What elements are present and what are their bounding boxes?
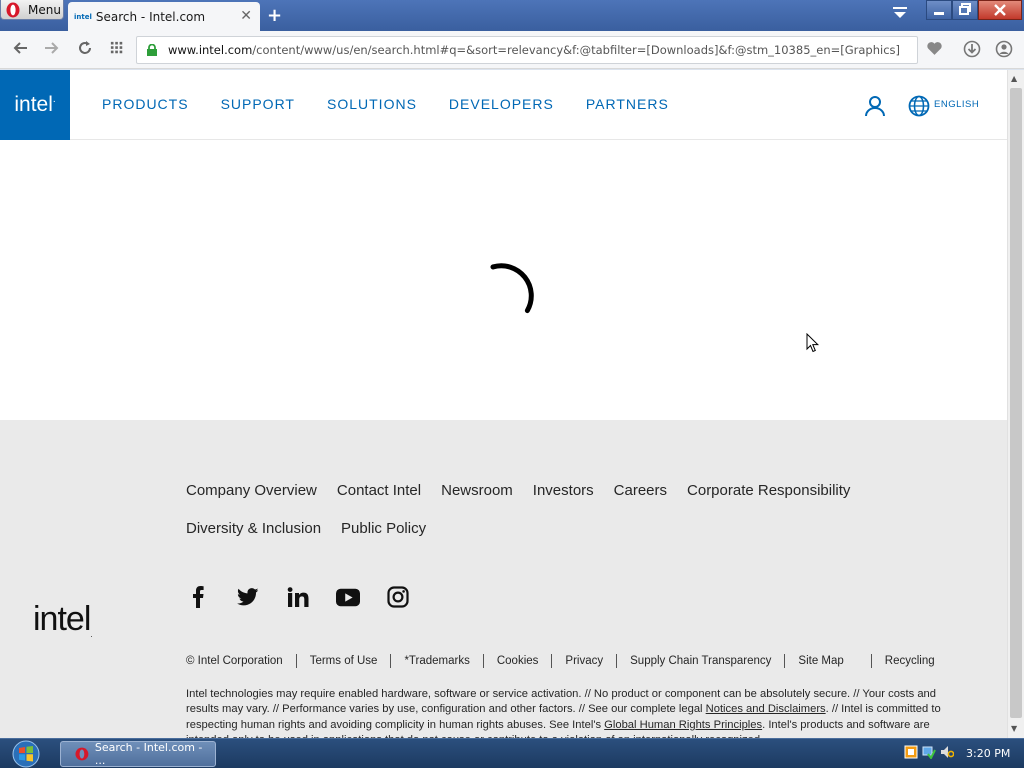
volume-icon[interactable]: [940, 745, 954, 759]
language-selector[interactable]: ENGLISH: [934, 99, 979, 110]
taskbar-opera-window[interactable]: Search - Intel.com - ...: [60, 741, 216, 767]
taskbar-clock: 3:20 PM: [966, 747, 1011, 760]
legal-link-terms-of-use[interactable]: Terms of Use: [295, 654, 391, 668]
bookmark-heart-icon[interactable]: [924, 40, 944, 60]
browser-address-bar: www.intel.com/content/www/us/en/search.h…: [0, 31, 1024, 69]
legal-link-site-map[interactable]: Site Map: [784, 654, 856, 668]
window-close-button[interactable]: [978, 0, 1022, 20]
legal-links: © Intel Corporation Terms of Use *Tradem…: [186, 654, 948, 668]
linkedin-icon[interactable]: [286, 585, 310, 609]
footer-links: Company Overview Contact Intel Newsroom …: [186, 480, 916, 539]
opera-taskbar-icon: [75, 747, 89, 761]
speed-dial-grid-icon[interactable]: [107, 40, 127, 60]
nav-products[interactable]: PRODUCTS: [102, 96, 189, 112]
tray-app-icon[interactable]: [904, 745, 918, 759]
tab-close-icon[interactable]: ✕: [240, 8, 252, 24]
footer-link-public-policy[interactable]: Public Policy: [341, 518, 426, 539]
mouse-pointer-icon: [806, 333, 820, 353]
instagram-icon[interactable]: [386, 585, 410, 609]
back-arrow-icon[interactable]: [11, 40, 31, 60]
url-input[interactable]: www.intel.com/content/www/us/en/search.h…: [136, 36, 918, 64]
nav-solutions[interactable]: SOLUTIONS: [327, 96, 417, 112]
opera-menu-button[interactable]: Menu: [0, 0, 64, 20]
restore-icon: [959, 3, 971, 15]
scrollbar-thumb[interactable]: [1010, 88, 1022, 718]
network-icon[interactable]: [922, 745, 936, 759]
window-minimize-button[interactable]: [926, 0, 952, 20]
footer-link-careers[interactable]: Careers: [614, 480, 667, 501]
page-viewport: intel. PRODUCTS SUPPORT SOLUTIONS DEVELO…: [0, 70, 1007, 738]
nav-partners[interactable]: PARTNERS: [586, 96, 669, 112]
footer-intel-logo[interactable]: intel.: [33, 600, 93, 639]
global-human-rights-principles-link[interactable]: Global Human Rights Principles: [604, 719, 762, 731]
window-restore-button[interactable]: [952, 0, 978, 20]
twitter-icon[interactable]: [236, 585, 260, 609]
opera-logo-icon: [6, 2, 20, 17]
reload-icon[interactable]: [75, 40, 95, 60]
close-icon: [994, 4, 1006, 16]
page-scrollbar[interactable]: ▲ ▼: [1007, 70, 1024, 738]
legal-copyright: © Intel Corporation: [186, 655, 283, 667]
site-footer: Company Overview Contact Intel Newsroom …: [0, 420, 1007, 738]
minimize-icon: [934, 12, 944, 15]
windows-start-button-icon[interactable]: [6, 739, 46, 768]
nav-support[interactable]: SUPPORT: [221, 96, 295, 112]
system-tray: [904, 745, 954, 759]
tab-stash-icon[interactable]: [892, 6, 908, 20]
legal-link-cookies[interactable]: Cookies: [482, 654, 552, 668]
intel-logo-text: intel: [14, 93, 53, 116]
legal-disclaimer-text: Intel technologies may require enabled h…: [186, 687, 966, 738]
tab-title: Search - Intel.com: [95, 9, 206, 24]
user-account-icon[interactable]: [864, 95, 886, 117]
account-icon[interactable]: [994, 40, 1014, 60]
legal-link-privacy[interactable]: Privacy: [551, 654, 616, 668]
footer-link-newsroom[interactable]: Newsroom: [441, 480, 513, 501]
intel-logo[interactable]: intel.: [0, 70, 70, 140]
globe-icon[interactable]: [908, 95, 930, 117]
legal-link-trademarks[interactable]: *Trademarks: [390, 654, 482, 668]
scroll-down-arrow-icon[interactable]: ▼: [1011, 724, 1017, 733]
footer-link-diversity-inclusion[interactable]: Diversity & Inclusion: [186, 518, 321, 539]
footer-link-contact-intel[interactable]: Contact Intel: [337, 480, 421, 501]
taskbar-item-label: Search - Intel.com - ...: [94, 741, 203, 767]
intel-favicon-icon: intel: [74, 12, 92, 21]
nav-developers[interactable]: DEVELOPERS: [449, 96, 554, 112]
site-header: intel. PRODUCTS SUPPORT SOLUTIONS DEVELO…: [0, 70, 1007, 140]
notices-and-disclaimers-link[interactable]: Notices and Disclaimers: [706, 703, 826, 715]
menu-label: Menu: [28, 2, 61, 17]
browser-tab-bar: Menu intel Search - Intel.com ✕ +: [0, 0, 1024, 31]
windows-taskbar: Search - Intel.com - ... 3:20 PM: [0, 738, 1024, 768]
scroll-up-arrow-icon[interactable]: ▲: [1011, 74, 1017, 83]
facebook-icon[interactable]: [186, 585, 210, 609]
youtube-icon[interactable]: [336, 585, 360, 609]
browser-tab-active[interactable]: intel Search - Intel.com ✕: [68, 2, 260, 31]
loading-spinner-icon: [490, 263, 534, 314]
footer-link-corporate-responsibility[interactable]: Corporate Responsibility: [687, 480, 850, 501]
footer-link-investors[interactable]: Investors: [533, 480, 594, 501]
new-tab-plus-icon[interactable]: +: [267, 5, 282, 26]
forward-arrow-icon[interactable]: [41, 40, 61, 60]
social-links: [186, 585, 410, 609]
footer-logo-text: intel: [33, 600, 91, 638]
footer-link-company-overview[interactable]: Company Overview: [186, 480, 317, 501]
url-host: www.intel.com: [168, 43, 253, 57]
download-icon[interactable]: [962, 40, 982, 60]
main-navigation: PRODUCTS SUPPORT SOLUTIONS DEVELOPERS PA…: [102, 96, 669, 112]
secure-lock-icon: [147, 44, 157, 56]
url-path: /content/www/us/en/search.html#q=&sort=r…: [252, 43, 901, 57]
legal-link-recycling[interactable]: Recycling: [870, 654, 948, 668]
legal-link-supply-chain-transparency[interactable]: Supply Chain Transparency: [616, 654, 784, 668]
